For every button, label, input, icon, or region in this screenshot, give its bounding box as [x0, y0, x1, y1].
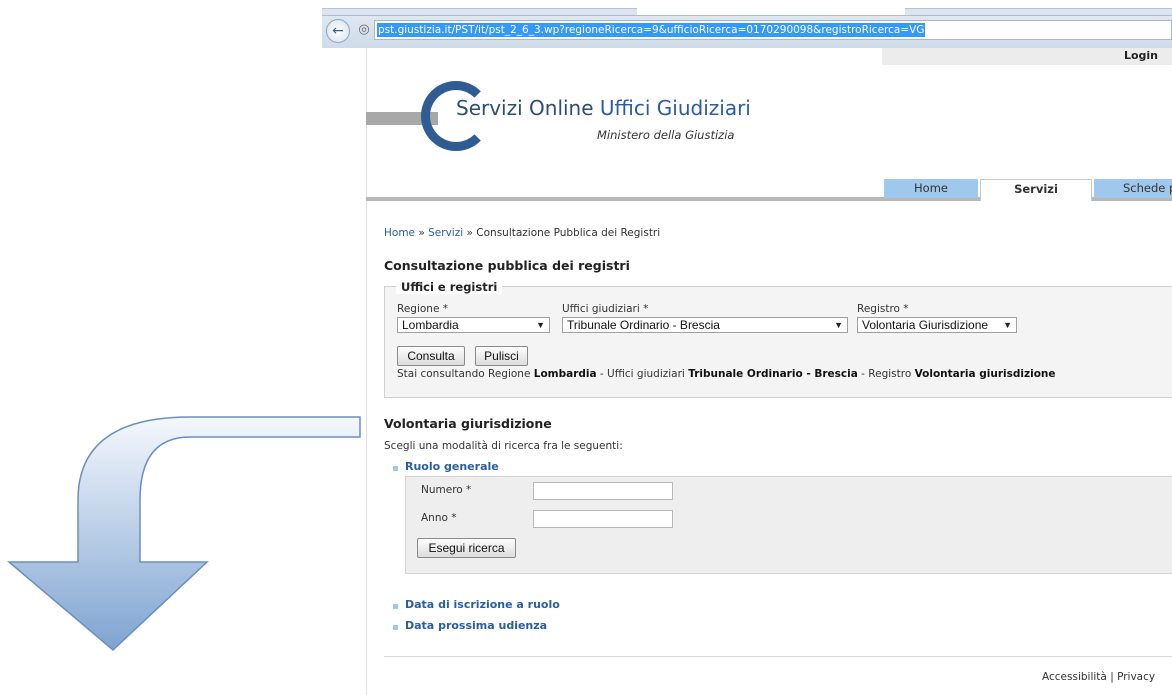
page-title: Consultazione pubblica dei registri — [384, 258, 630, 273]
login-link[interactable]: Login — [1124, 49, 1158, 62]
browser-tab-strip — [322, 0, 1172, 15]
login-bar: Login — [882, 48, 1172, 65]
breadcrumb-current: Consultazione Pubblica dei Registri — [476, 227, 661, 239]
ruolo-generale-link[interactable]: Ruolo generale — [405, 460, 499, 473]
anno-input[interactable] — [533, 510, 673, 528]
curved-arrow-graphic — [6, 416, 361, 652]
chevron-down-icon: ▼ — [536, 320, 545, 330]
chevron-down-icon: ▼ — [1003, 320, 1012, 330]
footer: Accessibilità | Privacy — [1042, 671, 1156, 683]
chevron-down-icon: ▼ — [834, 320, 843, 330]
registro-select[interactable]: Volontaria Giurisdizione ▼ — [857, 317, 1017, 333]
registro-label: Registro * — [857, 303, 909, 315]
breadcrumb: Home » Servizi » Consultazione Pubblica … — [384, 227, 661, 239]
tab-servizi[interactable]: Servizi — [980, 179, 1092, 201]
status-text: Stai consultando Regione Lombardia - Uff… — [397, 368, 1056, 380]
instruction-text: Scegli una modalità di ricerca fra le se… — [384, 440, 623, 452]
accessibilita-link[interactable]: Accessibilità — [1042, 671, 1107, 683]
site-title[interactable]: Servizi Online Uffici Giudiziari — [456, 96, 751, 120]
breadcrumb-home[interactable]: Home — [384, 227, 415, 239]
anno-label: Anno * — [421, 512, 457, 524]
data-iscrizione-link[interactable]: Data di iscrizione a ruolo — [405, 598, 560, 611]
uffici-select[interactable]: Tribunale Ordinario - Brescia ▼ — [562, 317, 848, 333]
tab-schede[interactable]: Schede p — [1094, 179, 1172, 198]
search-panel — [405, 476, 1172, 574]
fieldset-legend: Uffici e registri — [396, 280, 503, 294]
data-udienza-link[interactable]: Data prossima udienza — [405, 619, 547, 632]
regione-select[interactable]: Lombardia ▼ — [397, 317, 550, 333]
back-arrow-icon[interactable]: ← — [326, 19, 350, 43]
tab-home[interactable]: Home — [884, 179, 978, 198]
address-bar[interactable]: pst.giustizia.it/PST/it/pst_2_6_3.wp?reg… — [374, 20, 1172, 40]
url-text[interactable]: pst.giustizia.it/PST/it/pst_2_6_3.wp?reg… — [377, 23, 926, 37]
consulta-button[interactable]: Consulta — [397, 346, 465, 366]
regione-label: Regione * — [397, 303, 448, 315]
bullet-icon — [393, 625, 398, 630]
breadcrumb-servizi[interactable]: Servizi — [428, 227, 463, 239]
esegui-ricerca-button[interactable]: Esegui ricerca — [417, 538, 516, 558]
globe-icon: ◎ — [358, 22, 370, 37]
numero-input[interactable] — [533, 482, 673, 500]
bullet-icon — [393, 466, 398, 471]
site-subtitle: Ministero della Giustizia — [597, 128, 735, 142]
footer-divider — [384, 656, 1172, 657]
uffici-label: Uffici giudiziari * — [562, 303, 649, 315]
section-title: Volontaria giurisdizione — [384, 416, 552, 431]
numero-label: Numero * — [421, 484, 472, 496]
pulisci-button[interactable]: Pulisci — [475, 346, 528, 366]
uffici-fieldset — [384, 286, 1172, 398]
bullet-icon — [393, 604, 398, 609]
privacy-link[interactable]: Privacy — [1117, 671, 1155, 683]
